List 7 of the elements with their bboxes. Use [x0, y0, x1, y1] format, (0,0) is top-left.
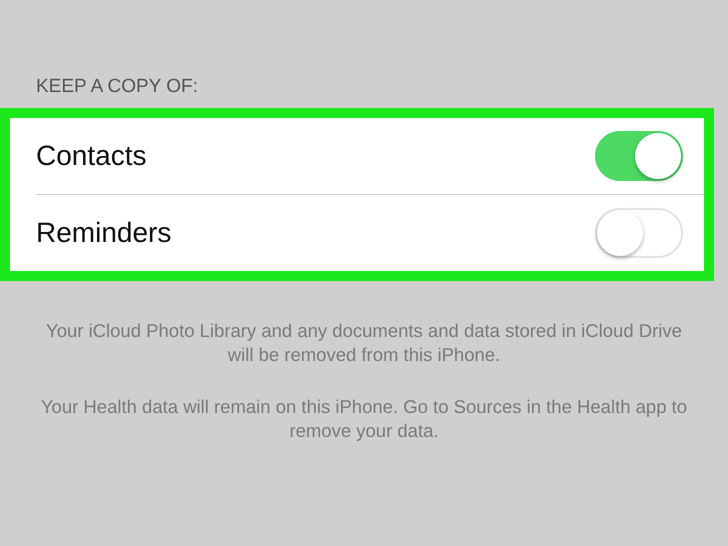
section-header: KEEP A COPY OF: — [36, 76, 199, 98]
footer-note: Your iCloud Photo Library and any documents and data stored in iCloud Drive will be removed from this iPhone. — [45, 319, 683, 367]
row-label: Reminders — [36, 217, 172, 249]
toggle-switch[interactable] — [595, 131, 683, 181]
footer-note: Your Health data will remain on this iPhone. Go to Sources in the Health app to remove your data. — [40, 395, 688, 443]
toggle-switch[interactable] — [595, 208, 683, 258]
row-label: Contacts — [36, 140, 146, 172]
